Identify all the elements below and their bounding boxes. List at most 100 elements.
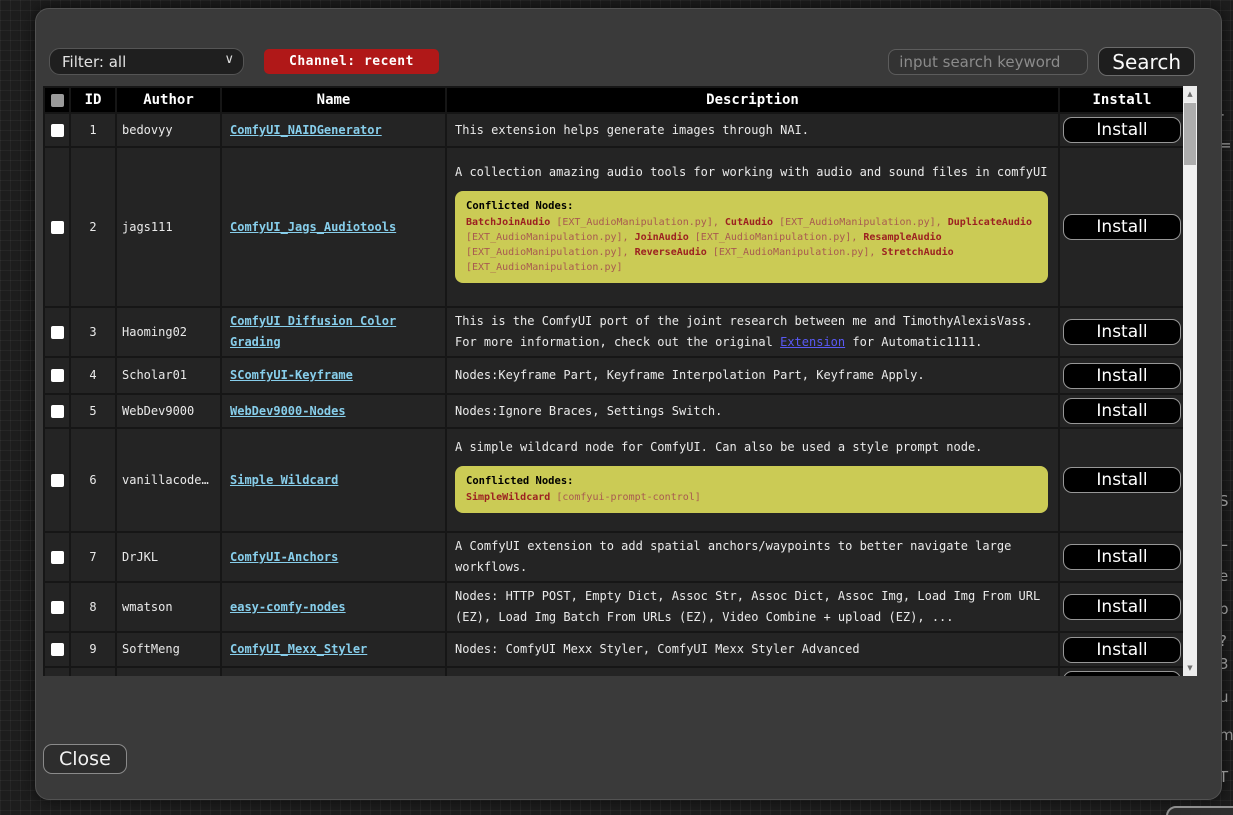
comfyui-canvas-background: { "toolbar": { "filter_label": "Filter: … [0, 0, 1233, 815]
cell-id: 3 [70, 307, 116, 357]
extension-name-link[interactable]: ComfyUI-Anchors [230, 550, 338, 564]
table-row: 9 SoftMeng ComfyUI_Mexx_Styler Nodes: Co… [44, 632, 1185, 667]
table-row: 7 DrJKL ComfyUI-Anchors A ComfyUI extens… [44, 532, 1185, 582]
row-checkbox-cell [44, 147, 70, 307]
cell-name: easy-comfy-nodes [221, 582, 446, 632]
install-button[interactable]: Install [1063, 117, 1181, 143]
extension-name-link[interactable]: SComfyUI-Keyframe [230, 368, 353, 382]
install-button[interactable]: Install [1063, 671, 1181, 676]
cell-id: 10 [70, 667, 116, 676]
cell-id: 7 [70, 532, 116, 582]
table-header: ID Author Name Description Install [44, 87, 1185, 113]
search-input[interactable] [888, 49, 1088, 75]
header-name: Name [221, 87, 446, 113]
row-checkbox[interactable] [51, 474, 64, 487]
row-checkbox-cell [44, 632, 70, 667]
cell-author: DrJKL [116, 532, 221, 582]
bg-text-fragment: - [1222, 105, 1224, 123]
cell-name: SComfyUI-Keyframe [221, 357, 446, 394]
header-author: Author [116, 87, 221, 113]
install-button[interactable]: Install [1063, 363, 1181, 389]
row-checkbox[interactable] [51, 643, 64, 656]
bg-text-fragment: p [1222, 600, 1229, 618]
extension-name-link[interactable]: WebDev9000-Nodes [230, 404, 346, 418]
row-checkbox-cell [44, 582, 70, 632]
conflict-list: BatchJoinAudio [EXT_AudioManipulation.py… [466, 217, 1032, 273]
cell-install: Install [1059, 582, 1185, 632]
cell-description-text: A ComfyUI extension to add spatial ancho… [455, 539, 1011, 574]
search-button[interactable]: Search [1098, 47, 1195, 76]
cell-name: ComfyUI_Mexx_Styler [221, 632, 446, 667]
cell-description-text: Nodes:Keyframe Part, Keyframe Interpolat… [455, 368, 925, 382]
filter-select[interactable]: Filter: all [49, 48, 244, 75]
table-row: 3 Haoming02 ComfyUI Diffusion Color Grad… [44, 307, 1185, 357]
install-button[interactable]: Install [1063, 398, 1181, 424]
extension-name-link[interactable]: easy-comfy-nodes [230, 600, 346, 614]
cell-description: Nodes:Ignore Braces, Settings Switch. [446, 394, 1059, 428]
extension-name-link[interactable]: ComfyUI Diffusion Color Grading [230, 314, 396, 349]
cell-id: 5 [70, 394, 116, 428]
row-checkbox[interactable] [51, 221, 64, 234]
conflict-list: SimpleWildcard [comfyui-prompt-control] [466, 492, 701, 503]
cell-description: Nodes:Keyframe Part, Keyframe Interpolat… [446, 357, 1059, 394]
cell-install: Install [1059, 357, 1185, 394]
header-id: ID [70, 87, 116, 113]
install-button[interactable]: Install [1063, 544, 1181, 570]
install-button[interactable]: Install [1063, 637, 1181, 663]
table-row: 6 vanillacode… Simple Wildcard A simple … [44, 428, 1185, 532]
scrollbar-down-arrow-icon[interactable]: ▼ [1183, 660, 1197, 676]
cell-install: Install [1059, 113, 1185, 147]
cell-description: This extension helps generate images thr… [446, 113, 1059, 147]
extension-name-link[interactable]: ComfyUI_Mexx_Styler [230, 642, 367, 656]
cell-description-text: This is the ComfyUI port of the joint re… [455, 314, 1033, 349]
cell-id: 2 [70, 147, 116, 307]
cell-name: ComfyUI Diffusion Color Grading [221, 307, 446, 357]
cell-description-text: A simple wildcard node for ComfyUI. Can … [455, 440, 982, 454]
cell-id: 6 [70, 428, 116, 532]
cell-author: zcfrank1st [116, 667, 221, 676]
bg-text-fragment: 3 [1222, 655, 1229, 673]
extension-name-link[interactable]: ComfyUI_Jags_Audiotools [230, 220, 396, 234]
scrollbar-up-arrow-icon[interactable]: ▲ [1183, 86, 1197, 102]
row-checkbox[interactable] [51, 369, 64, 382]
cell-name: ComfyUI Yolov8 [221, 667, 446, 676]
cell-description: A ComfyUI extension to add spatial ancho… [446, 532, 1059, 582]
cell-author: vanillacode… [116, 428, 221, 532]
cell-id: 1 [70, 113, 116, 147]
cell-install: Install [1059, 632, 1185, 667]
row-checkbox-cell [44, 357, 70, 394]
row-checkbox[interactable] [51, 405, 64, 418]
cell-install: Install [1059, 394, 1185, 428]
select-all-checkbox[interactable] [51, 94, 64, 107]
cell-install: Install [1059, 428, 1185, 532]
bg-text-fragment: T [1222, 768, 1228, 786]
cell-name: ComfyUI_Jags_Audiotools [221, 147, 446, 307]
cell-author: SoftMeng [116, 632, 221, 667]
cell-description-text: Nodes:Ignore Braces, Settings Switch. [455, 404, 722, 418]
row-checkbox[interactable] [51, 326, 64, 339]
scrollbar-thumb[interactable] [1184, 103, 1196, 165]
extension-name-link[interactable]: Simple Wildcard [230, 473, 338, 487]
row-checkbox[interactable] [51, 124, 64, 137]
extension-name-link[interactable]: ComfyUI_NAIDGenerator [230, 123, 382, 137]
table-scrollbar[interactable]: ▲ ▼ [1183, 86, 1197, 676]
install-button[interactable]: Install [1063, 319, 1181, 345]
install-button[interactable]: Install [1063, 467, 1181, 493]
dialog-toolbar: Filter: all ∨ Channel: recent Search [49, 47, 1195, 76]
install-custom-nodes-dialog: Filter: all ∨ Channel: recent Search ID … [35, 8, 1222, 800]
cell-description-text: A collection amazing audio tools for wor… [455, 165, 1047, 179]
bg-text-fragment: = [1222, 136, 1232, 154]
cell-id: 4 [70, 357, 116, 394]
row-checkbox[interactable] [51, 601, 64, 614]
cell-install: Install [1059, 667, 1185, 676]
filter-select-wrap: Filter: all ∨ [49, 48, 244, 75]
description-link[interactable]: Extension [780, 335, 845, 349]
cell-description-text: Nodes: HTTP POST, Empty Dict, Assoc Str,… [455, 589, 1040, 624]
row-checkbox[interactable] [51, 551, 64, 564]
install-button[interactable]: Install [1063, 594, 1181, 620]
cell-author: bedovyy [116, 113, 221, 147]
table-row: 5 WebDev9000 WebDev9000-Nodes Nodes:Igno… [44, 394, 1185, 428]
close-button[interactable]: Close [43, 744, 127, 774]
install-button[interactable]: Install [1063, 214, 1181, 240]
cell-name: WebDev9000-Nodes [221, 394, 446, 428]
